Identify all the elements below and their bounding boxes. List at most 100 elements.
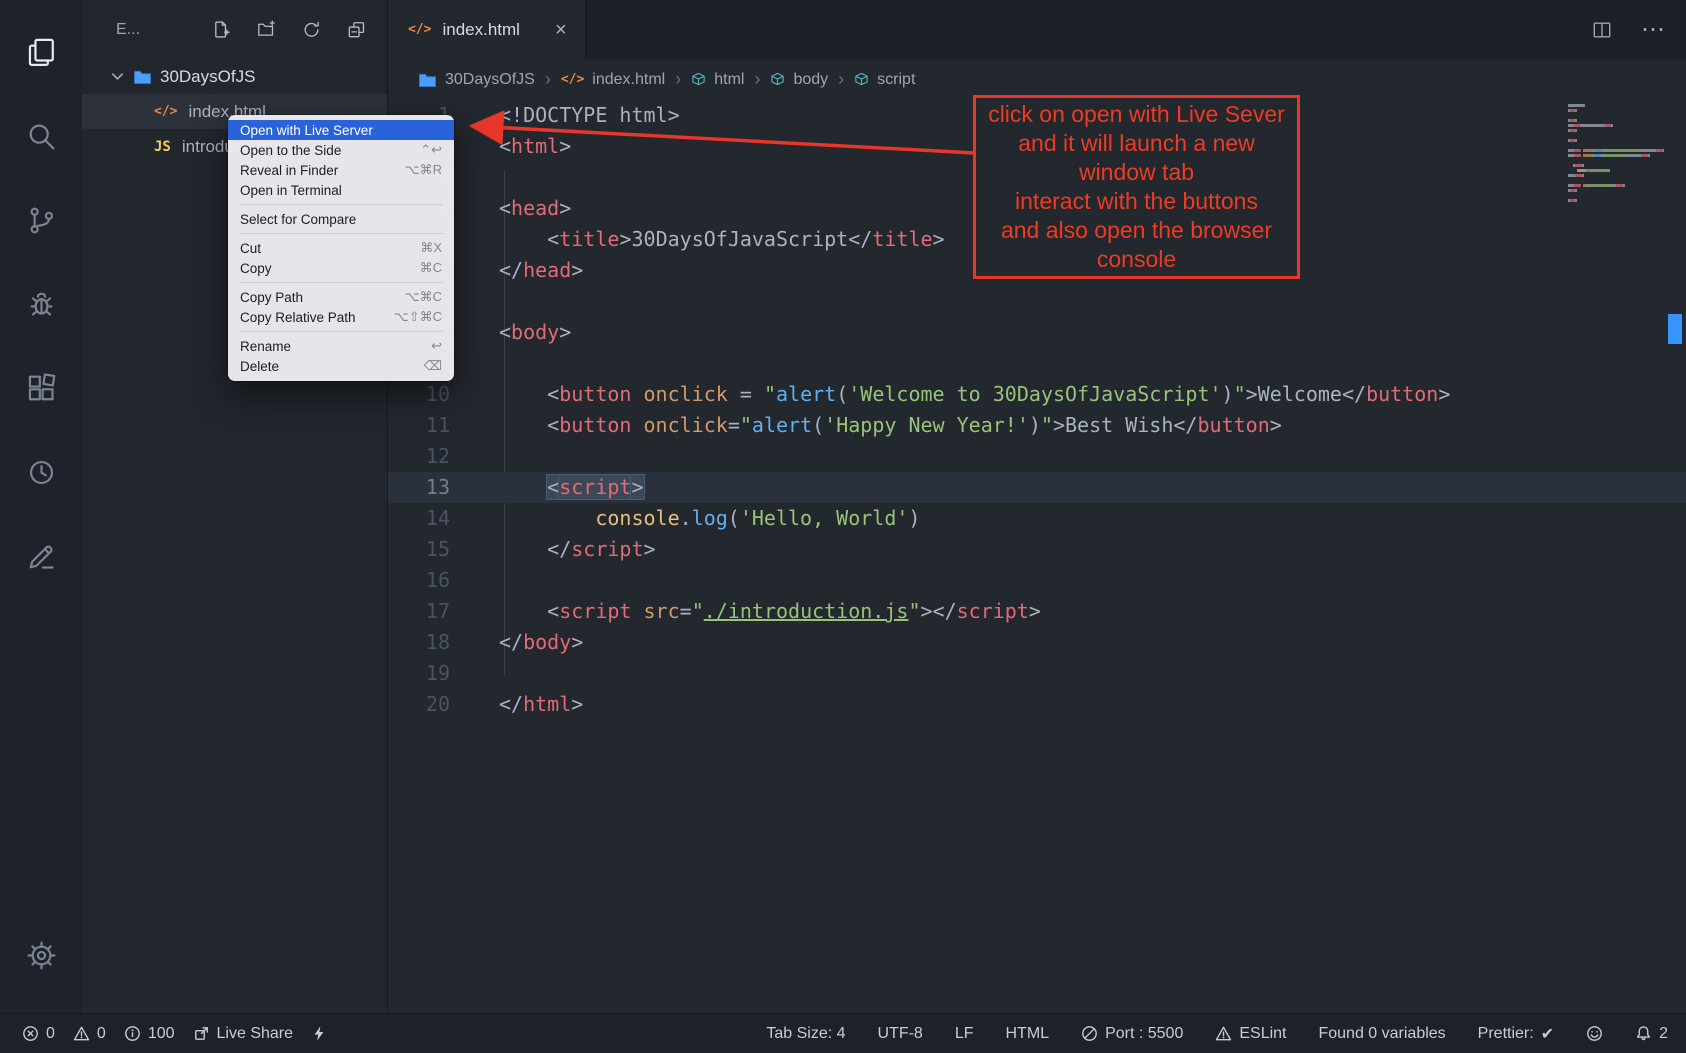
menu-item-select-for-compare[interactable]: Select for Compare	[228, 209, 454, 229]
menu-item-open-in-terminal[interactable]: Open in Terminal	[228, 180, 454, 200]
smiley-icon	[1586, 1025, 1603, 1042]
folder-icon	[133, 68, 152, 85]
project-name: 30DaysOfJS	[160, 67, 255, 87]
close-icon[interactable]: ×	[555, 20, 567, 40]
status-eslint[interactable]: ESLint	[1215, 1025, 1286, 1043]
status-port[interactable]: Port : 5500	[1081, 1025, 1183, 1043]
refresh-icon[interactable]	[301, 19, 322, 40]
explorer-title: E...	[116, 21, 211, 39]
code-line[interactable]: 9	[388, 348, 1686, 379]
status-eol[interactable]: LF	[955, 1025, 974, 1043]
breadcrumb-separator: ›	[545, 69, 551, 90]
code-line[interactable]: 18</body>	[388, 627, 1686, 658]
code-line[interactable]: 16	[388, 565, 1686, 596]
settings-gear-icon	[25, 939, 58, 972]
code-line[interactable]: 14 console.log('Hello, World')	[388, 503, 1686, 534]
menu-item-cut[interactable]: Cut⌘X	[228, 238, 454, 258]
tree-item-project[interactable]: 30DaysOfJS	[82, 59, 387, 94]
annotation-text: click on open with Live Severand it will…	[976, 100, 1297, 274]
symbol-cube-icon	[691, 72, 706, 87]
breadcrumb-item-script[interactable]: script	[854, 71, 915, 89]
code-line[interactable]: 15 </script>	[388, 534, 1686, 565]
status-notifications[interactable]: 2	[1635, 1025, 1668, 1043]
breadcrumb-separator: ›	[754, 69, 760, 90]
overview-ruler-marker[interactable]	[1668, 314, 1682, 344]
html-file-icon: </>	[561, 72, 584, 87]
menu-item-copy-relative-path[interactable]: Copy Relative Path⌥⇧⌘C	[228, 307, 454, 327]
html-file-icon: </>	[408, 22, 431, 37]
status-encoding[interactable]: UTF-8	[878, 1025, 923, 1043]
warning-triangle-icon	[73, 1025, 90, 1042]
status-prettier[interactable]: Prettier: ✔	[1478, 1024, 1554, 1044]
activity-feedback[interactable]	[0, 514, 82, 598]
breadcrumb-item-html[interactable]: html	[691, 71, 744, 89]
menu-item-copy-path[interactable]: Copy Path⌥⌘C	[228, 287, 454, 307]
activity-settings[interactable]	[0, 913, 82, 997]
activity-history[interactable]	[0, 430, 82, 514]
status-variables[interactable]: Found 0 variables	[1318, 1025, 1445, 1043]
activity-bar	[0, 0, 82, 1013]
status-tab-size[interactable]: Tab Size: 4	[766, 1025, 845, 1043]
more-actions-icon[interactable]: ⋯	[1641, 18, 1666, 42]
code-line[interactable]: 7	[388, 286, 1686, 317]
status-live-share[interactable]: Live Share	[193, 1025, 294, 1043]
live-share-icon	[193, 1025, 210, 1042]
js-file-icon: JS	[154, 139, 171, 155]
menu-item-open-with-live-server[interactable]: Open with Live Server	[228, 120, 454, 140]
lightning-icon	[311, 1025, 328, 1042]
breadcrumb-item-file[interactable]: </> index.html	[561, 71, 665, 89]
code-line[interactable]: 11 <button onclick="alert('Happy New Yea…	[388, 410, 1686, 441]
tab-label: index.html	[442, 20, 519, 40]
code-line[interactable]: 20</html>	[388, 689, 1686, 720]
status-bar: 0 0 100 Live Share Tab Size: 4 UTF-8 LF …	[0, 1013, 1686, 1053]
bell-icon	[1635, 1025, 1652, 1042]
code-line[interactable]: 8<body>	[388, 317, 1686, 348]
status-info-count[interactable]: 100	[124, 1025, 175, 1043]
menu-separator	[239, 204, 443, 205]
collapse-all-icon[interactable]	[346, 19, 367, 40]
pencil-edit-icon	[25, 540, 58, 573]
activity-search[interactable]	[0, 94, 82, 178]
menu-item-reveal-in-finder[interactable]: Reveal in Finder⌥⌘R	[228, 160, 454, 180]
info-circle-icon	[124, 1025, 141, 1042]
status-errors[interactable]: 0	[22, 1025, 55, 1043]
code-line[interactable]: 13 <script>	[388, 472, 1686, 503]
status-language[interactable]: HTML	[1006, 1025, 1050, 1043]
activity-source-control[interactable]	[0, 178, 82, 262]
error-circle-icon	[22, 1025, 39, 1042]
status-feedback-smiley[interactable]	[1586, 1025, 1603, 1042]
status-lightning[interactable]	[311, 1025, 328, 1042]
history-clock-icon	[25, 456, 58, 489]
minimap[interactable]	[1568, 104, 1664, 204]
breadcrumb-item-body[interactable]: body	[770, 71, 828, 89]
split-editor-icon[interactable]	[1591, 19, 1613, 41]
menu-separator	[239, 233, 443, 234]
code-line[interactable]: 10 <button onclick = "alert('Welcome to …	[388, 379, 1686, 410]
breadcrumb-separator: ›	[675, 69, 681, 90]
new-folder-icon[interactable]	[256, 19, 277, 40]
breadcrumb-item-project[interactable]: 30DaysOfJS	[418, 71, 535, 89]
annotation-box: click on open with Live Severand it will…	[973, 95, 1300, 279]
new-file-icon[interactable]	[211, 19, 232, 40]
status-warnings[interactable]: 0	[73, 1025, 106, 1043]
menu-item-delete[interactable]: Delete⌫	[228, 356, 454, 376]
source-control-icon	[25, 204, 58, 237]
activity-extensions[interactable]	[0, 346, 82, 430]
breadcrumb: 30DaysOfJS › </> index.html › html › bod…	[388, 59, 1686, 100]
chevron-down-icon	[110, 69, 125, 84]
menu-item-rename[interactable]: Rename↩	[228, 336, 454, 356]
extensions-icon	[25, 372, 58, 405]
menu-item-copy[interactable]: Copy⌘C	[228, 258, 454, 278]
tab-index-html[interactable]: </> index.html ×	[388, 0, 586, 59]
symbol-cube-icon	[770, 72, 785, 87]
menu-separator	[239, 331, 443, 332]
code-line[interactable]: 12	[388, 441, 1686, 472]
code-line[interactable]: 19	[388, 658, 1686, 689]
menu-item-open-to-the-side[interactable]: Open to the Side⌃↩	[228, 140, 454, 160]
activity-explorer[interactable]	[0, 10, 82, 94]
code-line[interactable]: 17 <script src="./introduction.js"></scr…	[388, 596, 1686, 627]
check-icon: ✔	[1541, 1024, 1554, 1044]
html-file-icon: </>	[154, 104, 177, 119]
activity-run-debug[interactable]	[0, 262, 82, 346]
symbol-cube-icon	[854, 72, 869, 87]
